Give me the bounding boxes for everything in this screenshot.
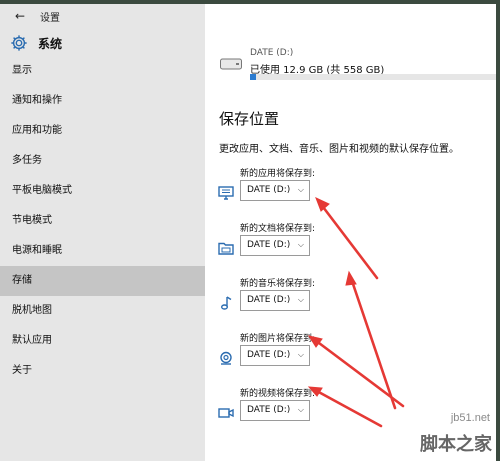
chevron-down-icon: ⌵ <box>297 185 304 194</box>
sidebar-item-power-sleep[interactable]: 电源和睡眠 <box>0 236 205 266</box>
watermark-site: jb51.net <box>450 412 490 424</box>
chevron-down-icon: ⌵ <box>297 350 304 359</box>
sidebar-item-about[interactable]: 关于 <box>0 356 205 386</box>
save-locations-title: 保存位置 <box>219 110 280 128</box>
save-row-videos: 新的视频将保存到: DATE (D:) ⌵ <box>205 386 496 436</box>
chevron-down-icon: ⌵ <box>297 405 304 414</box>
watermark-brand: 脚本之家 <box>420 434 492 455</box>
save-row-pictures: 新的图片将保存到: DATE (D:) ⌵ <box>205 331 496 381</box>
sidebar-item-display[interactable]: 显示 <box>0 56 205 86</box>
save-row-documents: 新的文档将保存到: DATE (D:) ⌵ <box>205 221 496 271</box>
save-row-apps: 新的应用将保存到: DATE (D:) ⌵ <box>205 166 496 216</box>
window-title: 设置 <box>40 13 60 24</box>
save-select-documents[interactable]: DATE (D:) ⌵ <box>240 235 310 256</box>
drive-name: DATE (D:) <box>250 48 294 58</box>
music-note-icon <box>221 296 232 310</box>
gear-icon <box>11 35 27 51</box>
sidebar-item-notifications[interactable]: 通知和操作 <box>0 86 205 116</box>
sidebar-item-storage[interactable]: 存储 <box>0 266 205 296</box>
drive-icon <box>220 58 242 70</box>
sidebar-item-apps[interactable]: 应用和功能 <box>0 116 205 146</box>
save-select-music[interactable]: DATE (D:) ⌵ <box>240 290 310 311</box>
window-frame-right <box>496 0 500 461</box>
save-label-pictures: 新的图片将保存到: <box>240 334 316 344</box>
save-row-music: 新的音乐将保存到: DATE (D:) ⌵ <box>205 276 496 326</box>
chevron-down-icon: ⌵ <box>297 240 304 249</box>
camera-icon <box>220 351 232 365</box>
title-bar: ← 设置 <box>0 4 496 28</box>
video-camera-icon <box>218 408 234 418</box>
save-label-videos: 新的视频将保存到: <box>240 389 316 399</box>
save-select-videos[interactable]: DATE (D:) ⌵ <box>240 400 310 421</box>
sidebar-item-default-apps[interactable]: 默认应用 <box>0 326 205 356</box>
save-locations-description: 更改应用、文档、音乐、图片和视频的默认保存位置。 <box>219 144 459 155</box>
drive-usage-bar-fill <box>250 74 256 80</box>
sidebar-item-battery-saver[interactable]: 节电模式 <box>0 206 205 236</box>
drive-usage-bar <box>250 74 496 80</box>
save-label-music: 新的音乐将保存到: <box>240 279 316 289</box>
sidebar-item-tablet-mode[interactable]: 平板电脑模式 <box>0 176 205 206</box>
monitor-icon <box>218 186 234 200</box>
save-label-documents: 新的文档将保存到: <box>240 224 316 234</box>
folder-icon <box>218 242 234 255</box>
sidebar-item-offline-maps[interactable]: 脱机地图 <box>0 296 205 326</box>
section-header: 系统 <box>10 32 62 54</box>
page-title: 系统 <box>38 36 63 51</box>
save-select-pictures[interactable]: DATE (D:) ⌵ <box>240 345 310 366</box>
save-label-apps: 新的应用将保存到: <box>240 169 316 179</box>
sidebar-item-multitasking[interactable]: 多任务 <box>0 146 205 176</box>
chevron-down-icon: ⌵ <box>297 295 304 304</box>
save-select-apps[interactable]: DATE (D:) ⌵ <box>240 180 310 201</box>
back-button[interactable]: ← <box>12 8 28 24</box>
main-content: DATE (D:) 已使用 12.9 GB (共 558 GB) 保存位置 更改… <box>205 28 496 461</box>
